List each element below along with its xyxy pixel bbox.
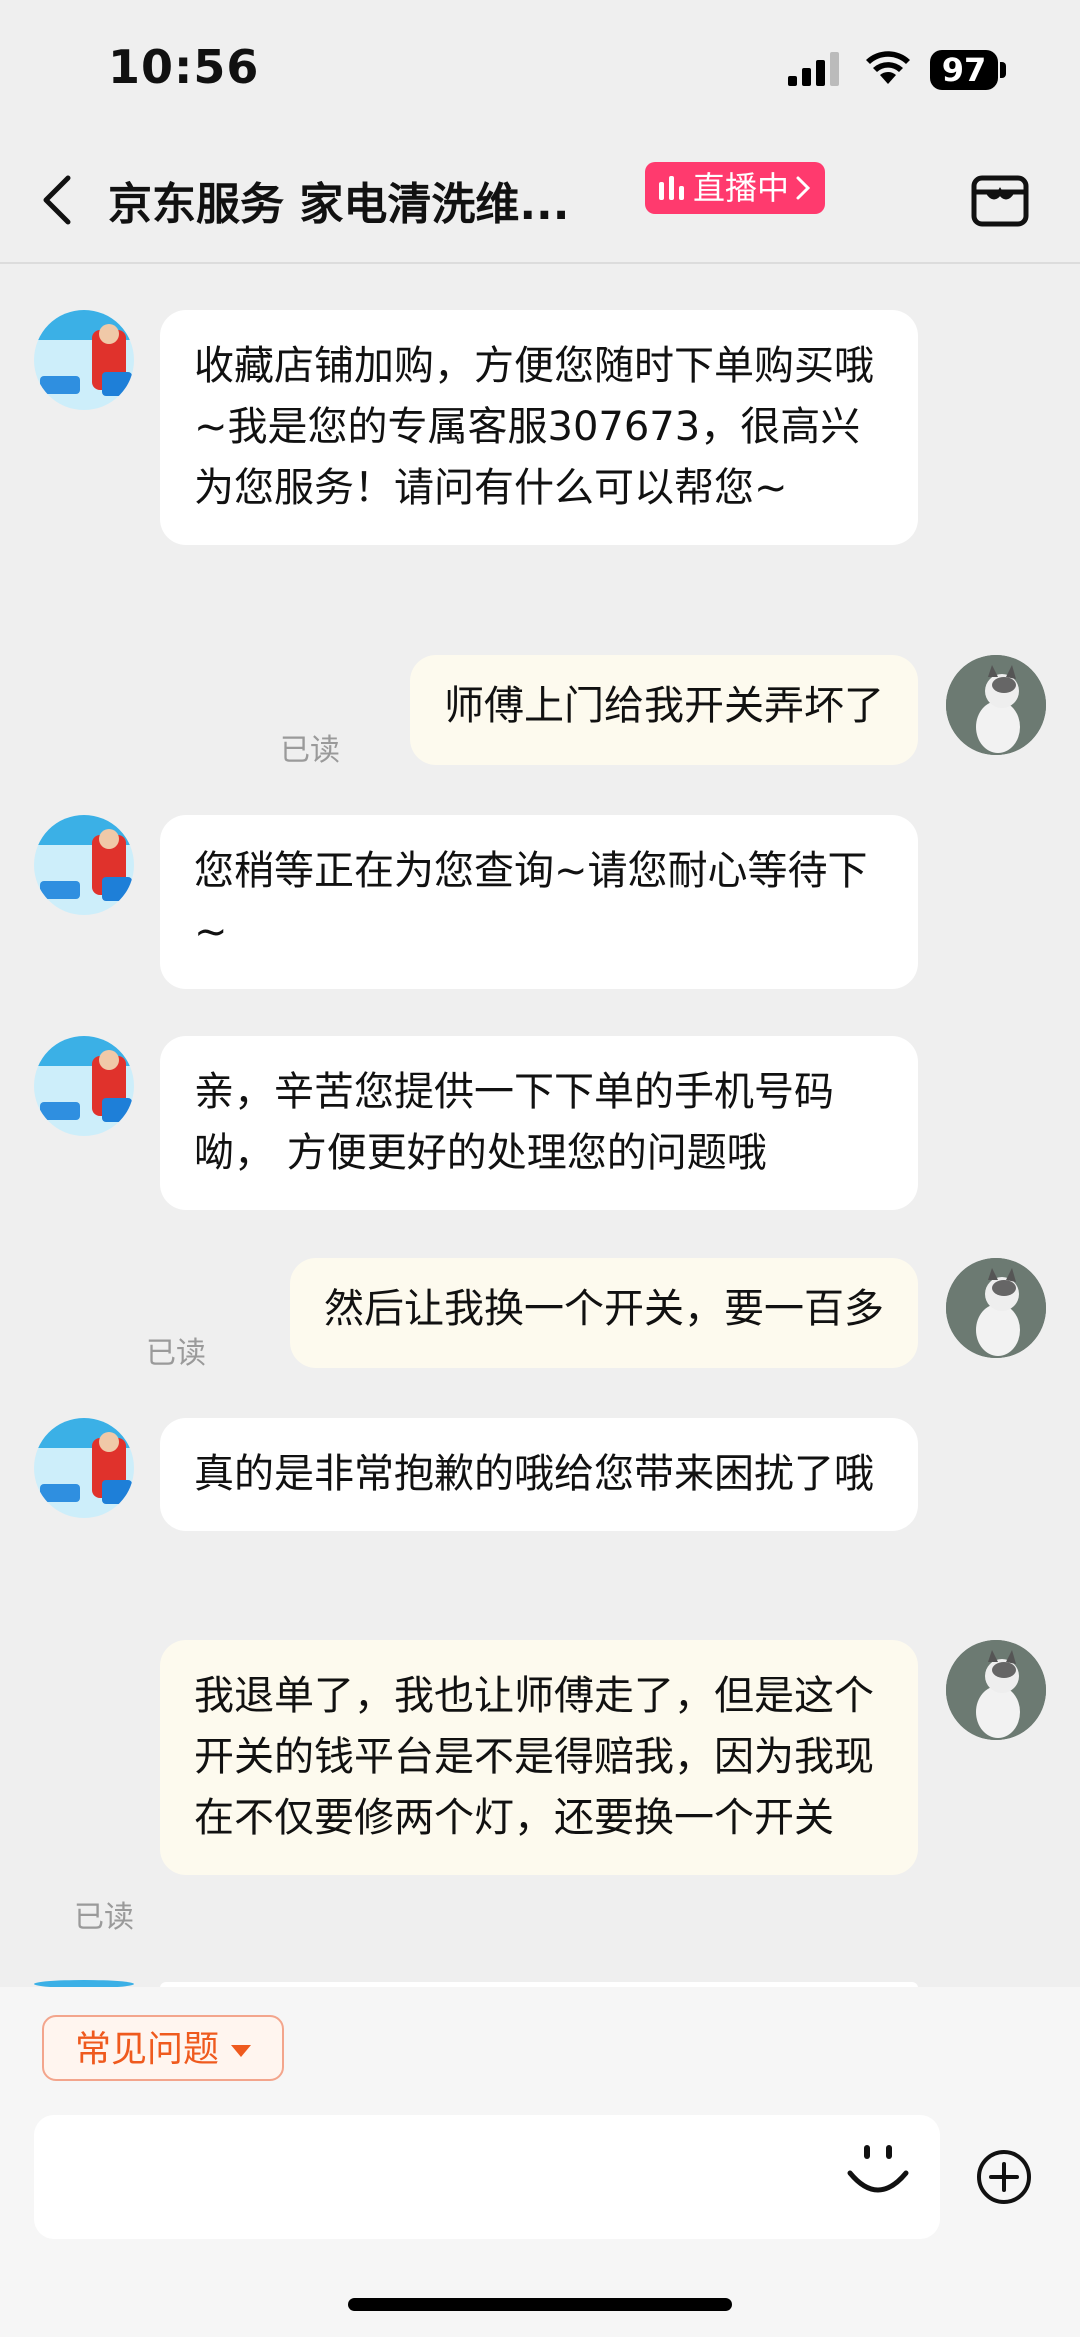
user-avatar[interactable] — [946, 1258, 1046, 1358]
store-icon[interactable] — [968, 168, 1032, 232]
battery-tip — [1000, 62, 1006, 78]
home-indicator — [348, 2298, 732, 2311]
shop-avatar[interactable] — [34, 310, 134, 410]
message-bubble-outgoing[interactable]: 师傅上门给我开关弄坏了 — [410, 655, 918, 765]
message-input[interactable] — [34, 2115, 940, 2239]
message-bubble-outgoing[interactable]: 我退单了，我也让师傅走了，但是这个开关的钱平台是不是得赔我，因为我现在不仅要修两… — [160, 1640, 918, 1875]
faq-button[interactable]: 常见问题 — [42, 2015, 284, 2081]
status-time: 10:56 — [108, 40, 260, 94]
wifi-icon — [866, 51, 910, 84]
chat-header: 京东服务 家电清洗维... 直播中 — [0, 140, 1080, 264]
read-status: 已读 — [280, 733, 340, 768]
message-bubble-incoming[interactable]: 收藏店铺加购，方便您随时下单购买哦~我是您的专属客服307673，很高兴为您服务… — [160, 310, 918, 545]
user-avatar[interactable] — [946, 1640, 1046, 1740]
message-bubble-incoming[interactable]: 亲，辛苦您提供一下下单的手机号码呦， 方便更好的处理您的问题哦 — [160, 1036, 918, 1210]
battery-indicator: 97 — [930, 50, 998, 90]
faq-label: 常见问题 — [74, 2029, 219, 2070]
emoji-icon[interactable] — [840, 2133, 916, 2209]
shop-avatar[interactable] — [34, 1036, 134, 1136]
chevron-right-icon — [796, 176, 811, 200]
status-bar: 10:56 97 — [0, 0, 1080, 140]
user-avatar[interactable] — [946, 655, 1046, 755]
read-status: 已读 — [146, 1336, 206, 1371]
plus-icon[interactable] — [974, 2147, 1034, 2207]
caret-down-icon — [231, 2045, 251, 2057]
input-area: 常见问题 — [0, 1987, 1080, 2337]
read-status: 已读 — [74, 1900, 134, 1935]
shop-avatar[interactable] — [34, 1418, 134, 1518]
live-bars-icon — [659, 176, 684, 200]
live-badge[interactable]: 直播中 — [645, 162, 826, 214]
cellular-signal-icon — [788, 52, 839, 86]
message-bubble-incoming[interactable]: 真的是非常抱歉的哦给您带来困扰了哦 — [160, 1418, 918, 1531]
live-label: 直播中 — [693, 169, 790, 207]
shop-avatar[interactable] — [34, 815, 134, 915]
message-bubble-outgoing[interactable]: 然后让我换一个开关，要一百多 — [290, 1258, 918, 1368]
shop-title[interactable]: 京东服务 家电清洗维... — [108, 168, 628, 232]
message-bubble-incoming[interactable]: 您稍等正在为您查询~请您耐心等待下 ~ — [160, 815, 918, 989]
back-arrow-icon[interactable] — [38, 170, 78, 230]
